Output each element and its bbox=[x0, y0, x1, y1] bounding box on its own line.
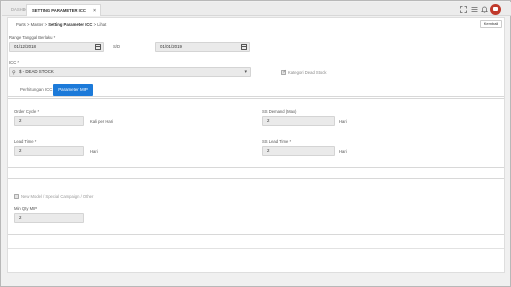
top-bar: DASHBOARD SETTING PARAMETER ICC × bbox=[2, 2, 511, 16]
new-model-panel: New Model / Special Campaign / Other Min… bbox=[8, 178, 504, 235]
bell-icon[interactable] bbox=[480, 6, 489, 13]
lead-time-unit: Hari bbox=[90, 149, 98, 154]
date-from-value: 01/12/2018 bbox=[14, 44, 36, 49]
avatar[interactable] bbox=[490, 4, 501, 15]
close-icon[interactable]: × bbox=[93, 5, 96, 17]
range-label: Range Tanggal Berlaku * bbox=[9, 35, 56, 40]
order-cycle-label: Order Cycle * bbox=[14, 109, 40, 114]
app-frame: DASHBOARD SETTING PARAMETER ICC × Parts … bbox=[0, 0, 511, 287]
calendar-icon[interactable] bbox=[241, 44, 247, 50]
footer-divider bbox=[8, 248, 504, 249]
main-card: Parts > Master > Setting Parameter ICC >… bbox=[7, 17, 505, 273]
list-icon[interactable] bbox=[471, 6, 478, 13]
tab-label: SETTING PARAMETER ICC bbox=[32, 8, 86, 13]
breadcrumb-lihat: Lihat bbox=[97, 22, 107, 27]
min-qty-mip-label: Min Qty MIP bbox=[14, 206, 38, 211]
ss-demand-input[interactable]: 2 bbox=[262, 116, 335, 126]
tab-parameter-mip[interactable]: Parameter MIP bbox=[53, 84, 93, 96]
breadcrumb-separator: > bbox=[26, 22, 30, 27]
breadcrumb-parts[interactable]: Parts bbox=[16, 22, 26, 27]
ss-demand-label: SS Demand (Max) bbox=[262, 109, 297, 114]
mip-parameters-panel: Order Cycle * 2 Kali per Hari SS Demand … bbox=[8, 98, 504, 168]
lead-time-input[interactable]: 2 bbox=[14, 146, 84, 156]
expand-icon[interactable] bbox=[460, 6, 467, 13]
breadcrumb: Parts > Master > Setting Parameter ICC >… bbox=[16, 22, 106, 27]
ss-lead-time-label: SS Lead Time * bbox=[262, 139, 292, 144]
kategori-dead-stock-checkbox[interactable] bbox=[281, 69, 287, 75]
date-from-input[interactable]: 01/12/2018 bbox=[9, 42, 104, 52]
breadcrumb-separator: > bbox=[44, 22, 48, 27]
range-separator: S/D bbox=[113, 44, 120, 49]
ss-demand-unit: Hari bbox=[339, 119, 347, 124]
ss-lead-time-input[interactable]: 2 bbox=[262, 146, 335, 156]
date-to-input[interactable]: 01/01/2019 bbox=[155, 42, 250, 52]
min-qty-mip-input[interactable]: 2 bbox=[14, 213, 84, 223]
breadcrumb-setting-parameter-icc[interactable]: Setting Parameter ICC bbox=[48, 22, 92, 27]
chevron-down-icon[interactable]: ▾ bbox=[244, 68, 247, 76]
new-model-checkbox[interactable] bbox=[14, 194, 19, 199]
order-cycle-input[interactable]: 2 bbox=[14, 116, 84, 126]
tab-perhitungan-icc[interactable]: Perhitungan ICC bbox=[16, 84, 56, 96]
kategori-dead-stock-label: Kategori Dead Stock bbox=[288, 70, 327, 75]
date-to-value: 01/01/2019 bbox=[160, 44, 182, 49]
new-model-label: New Model / Special Campaign / Other bbox=[21, 194, 94, 199]
tab-setting-parameter-icc[interactable]: SETTING PARAMETER ICC × bbox=[26, 4, 101, 16]
kembali-button[interactable]: Kembali bbox=[480, 20, 502, 28]
icc-select[interactable]: ⚲ $ - DEAD STOCK ▾ bbox=[9, 67, 251, 77]
lead-time-label: Lead Time * bbox=[14, 139, 37, 144]
breadcrumb-master[interactable]: Master bbox=[31, 22, 44, 27]
icc-label: ICC * bbox=[9, 60, 20, 65]
ss-lead-time-unit: Hari bbox=[339, 149, 347, 154]
order-cycle-unit: Kali per Hari bbox=[90, 119, 114, 124]
search-icon: ⚲ bbox=[12, 70, 16, 76]
calendar-icon[interactable] bbox=[95, 44, 101, 50]
breadcrumb-separator: > bbox=[93, 22, 97, 27]
icc-select-value: $ - DEAD STOCK bbox=[19, 69, 54, 74]
tab-divider bbox=[8, 96, 504, 97]
